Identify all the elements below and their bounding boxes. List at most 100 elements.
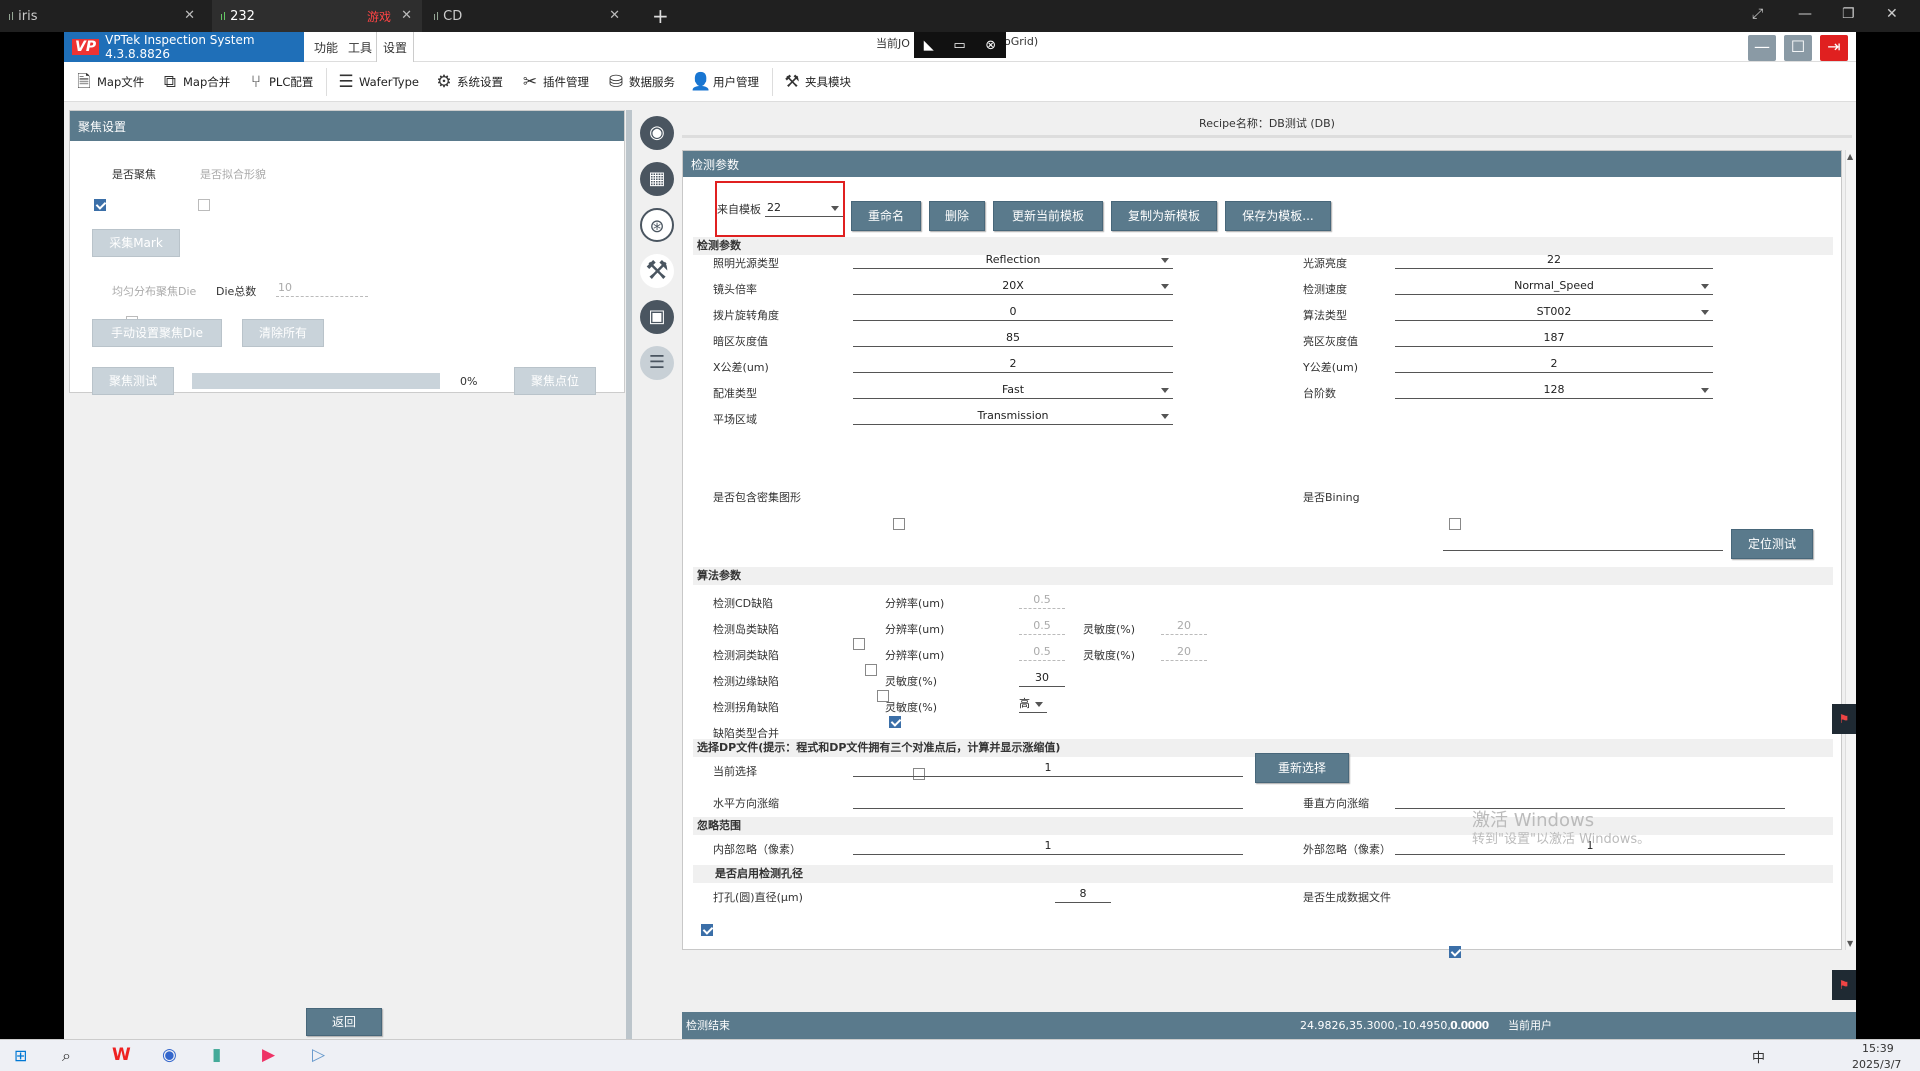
menu-settings[interactable]: 设置 [376, 32, 415, 62]
field-input[interactable]: 0 [853, 303, 1173, 321]
field-label: 光源亮度 [1303, 257, 1347, 270]
camera-icon[interactable]: ◉ [640, 116, 674, 150]
field-dropdown[interactable]: Fast [853, 381, 1173, 399]
inner-ignore-field[interactable]: 1 [853, 837, 1243, 855]
field-dropdown[interactable]: Normal_Speed [1395, 277, 1713, 295]
save-as-template-button[interactable]: 保存为模板... [1225, 201, 1331, 231]
focus-point-button[interactable]: 聚焦点位 [514, 367, 596, 395]
toolbar-map-file[interactable]: 🗎 Map文件 [74, 62, 144, 102]
locate-test-field[interactable] [1443, 533, 1723, 551]
toolbar-fixture[interactable]: ⚒ 夹具模块 [782, 62, 851, 102]
scroll-down-icon[interactable]: ▼ [1847, 939, 1853, 948]
field-dropdown[interactable]: 20X [853, 277, 1173, 295]
delete-button[interactable]: 删除 [929, 201, 985, 231]
scroll-up-icon[interactable]: ▲ [1847, 152, 1853, 161]
param-field[interactable]: 30 [1019, 669, 1065, 687]
fit-shape-checkbox[interactable] [197, 198, 210, 211]
toolbar-user-manage[interactable]: 👤 用户管理 [690, 62, 759, 102]
toolbar-map-merge[interactable]: ⧉ Map合并 [160, 62, 230, 102]
side-flag-icon[interactable]: ⚑ [1832, 970, 1856, 1000]
stop-icon[interactable]: ⊗ [985, 38, 996, 53]
tools-icon[interactable]: ⚒ [640, 254, 674, 288]
param-field[interactable]: 20 [1161, 643, 1207, 661]
app-icon[interactable]: ▮ [212, 1045, 221, 1065]
rename-button[interactable]: 重命名 [851, 201, 921, 231]
algo-checkbox[interactable] [853, 637, 865, 650]
toolbar-data-service[interactable]: ⛁ 数据服务 [606, 62, 675, 102]
browser-tab-active[interactable]: ıl 232 游戏 ✕ [212, 0, 422, 32]
close-icon[interactable]: ✕ [401, 8, 412, 23]
menu-tools[interactable]: 工具 [342, 32, 378, 62]
close-icon[interactable]: ✕ [184, 8, 195, 23]
ime-indicator[interactable]: 中 [1752, 1047, 1765, 1066]
reselect-button[interactable]: 重新选择 [1255, 753, 1349, 783]
browser-icon[interactable]: ◉ [162, 1045, 177, 1065]
screen-icon[interactable]: ▭ [953, 38, 965, 53]
checklist-icon[interactable]: ☰ [640, 346, 674, 380]
minimize-icon[interactable]: — [1798, 6, 1812, 22]
enable-hole-checkbox[interactable] [701, 923, 713, 936]
bining-checkbox[interactable] [1448, 517, 1461, 530]
field-input[interactable]: 187 [1395, 329, 1713, 347]
param-field[interactable]: 0.5 [1019, 617, 1065, 635]
browser-tab[interactable]: ıl CD ✕ [425, 0, 630, 32]
field-input[interactable]: 2 [1395, 355, 1713, 373]
gear-icon: ⚙ [436, 72, 452, 92]
splitter[interactable] [626, 110, 632, 1039]
toolbar-plugin[interactable]: ✂ 插件管理 [520, 62, 589, 102]
copy-template-button[interactable]: 复制为新模板 [1111, 201, 1217, 231]
algo-checkbox[interactable] [865, 663, 877, 676]
gen-data-checkbox[interactable] [1448, 945, 1461, 958]
scrollbar[interactable]: ▲ ▼ [1845, 150, 1856, 950]
focus-test-button[interactable]: 聚焦测试 [92, 367, 174, 395]
current-job-prefix: 当前JO [876, 37, 910, 50]
param-field[interactable]: 0.5 [1019, 643, 1065, 661]
new-tab-button[interactable]: + [644, 0, 669, 32]
collect-mark-button[interactable]: 采集Mark [92, 229, 180, 257]
menu-function[interactable]: 功能 [308, 32, 344, 62]
browser-tab[interactable]: ıl iris ✕ [0, 0, 205, 32]
field-input[interactable]: 85 [853, 329, 1173, 347]
param-field[interactable]: 0.5 [1019, 591, 1065, 609]
current-select-field[interactable]: 1 [853, 759, 1243, 777]
maximize-button[interactable]: ☐ [1784, 35, 1812, 61]
media-icon[interactable]: ▶ [262, 1045, 275, 1065]
restore-icon[interactable]: ❐ [1842, 6, 1855, 22]
fullscreen-icon[interactable]: ⤢ [1752, 6, 1763, 22]
algo-checkbox[interactable] [889, 715, 901, 728]
close-window-icon[interactable]: ✕ [1886, 6, 1898, 22]
sensitivity-dropdown[interactable]: 高 [1019, 695, 1047, 713]
search-icon[interactable]: ⌕ [62, 1046, 71, 1066]
param-field[interactable]: 20 [1161, 617, 1207, 635]
wafer-settings-icon[interactable]: ⊛ [640, 208, 674, 242]
wafer-grid-icon[interactable]: ▦ [640, 162, 674, 196]
dense-pattern-checkbox[interactable] [893, 517, 905, 530]
field-dropdown[interactable]: Transmission [853, 407, 1173, 425]
hole-diameter-field[interactable]: 8 [1055, 885, 1111, 903]
app2-icon[interactable]: ▷ [312, 1045, 325, 1065]
side-flag-icon[interactable]: ⚑ [1832, 704, 1856, 734]
toolbar-system-settings[interactable]: ⚙ 系统设置 [434, 62, 503, 102]
field-dropdown[interactable]: ST002 [1395, 303, 1713, 321]
field-dropdown[interactable]: 128 [1395, 381, 1713, 399]
windows-start-icon[interactable]: ⊞ [14, 1046, 27, 1065]
locate-test-button[interactable]: 定位测试 [1731, 529, 1813, 559]
update-template-button[interactable]: 更新当前模板 [993, 201, 1103, 231]
exit-button[interactable]: ⇥ [1820, 35, 1848, 61]
clear-all-button[interactable]: 清除所有 [242, 319, 324, 347]
toolbar-wafertype[interactable]: ☰ WaferType [336, 62, 419, 102]
template-dropdown[interactable]: 22 [765, 199, 843, 217]
field-input[interactable]: 22 [1395, 251, 1713, 269]
back-button[interactable]: 返回 [306, 1008, 382, 1036]
is-focus-checkbox[interactable] [94, 198, 106, 211]
field-input[interactable]: 2 [853, 355, 1173, 373]
manual-set-focus-die-button[interactable]: 手动设置聚焦Die [92, 319, 222, 347]
toolbar-plc[interactable]: ⑂ PLC配置 [246, 62, 313, 102]
field-dropdown[interactable]: Reflection [853, 251, 1173, 269]
pointer-icon[interactable]: ◣ [924, 38, 934, 53]
close-icon[interactable]: ✕ [609, 8, 620, 23]
die-total-field[interactable]: 10 [276, 279, 368, 297]
wps-icon[interactable]: W [112, 1045, 131, 1065]
minimize-button[interactable]: — [1748, 35, 1776, 61]
image-icon[interactable]: ▣ [640, 300, 674, 334]
